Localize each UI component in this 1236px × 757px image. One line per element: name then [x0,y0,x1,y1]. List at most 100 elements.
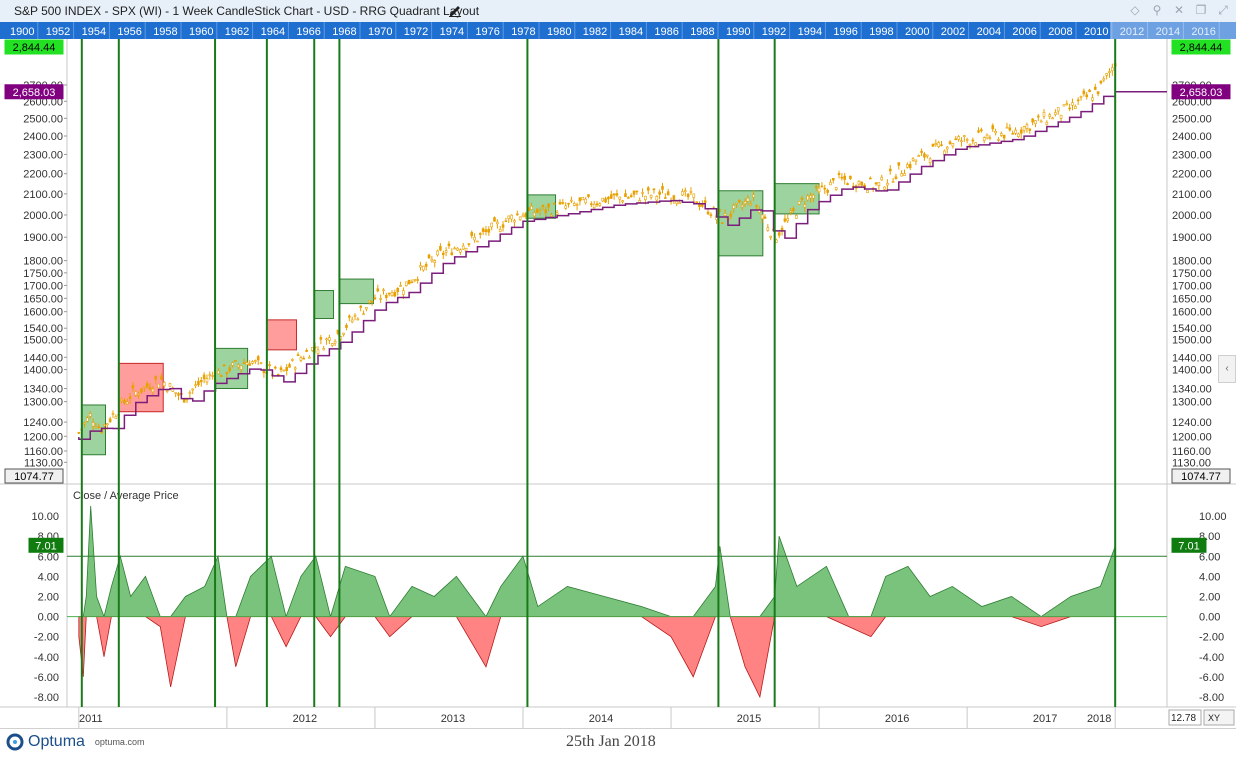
candle-body [430,259,434,262]
candle-body [1042,112,1046,117]
candle-body [982,137,986,141]
candle-body [897,162,901,166]
rrg-box-green[interactable] [338,278,374,305]
candle-body [777,232,781,236]
candle-body [655,196,659,201]
candle-body [612,193,616,196]
candle-body [903,173,906,177]
candle-body [891,181,895,183]
candle-body [419,265,422,268]
candle-body [1108,71,1111,73]
candle-body [111,413,115,415]
close-icon[interactable]: ✕ [1172,3,1186,17]
year-label: 1980 [547,26,571,38]
candle-body [268,364,271,366]
candle-body [504,220,508,223]
candle-body [370,300,374,303]
candle-body [1074,105,1077,109]
candle-body [168,383,172,387]
axis-mode-toggle[interactable]: XY [1203,709,1235,726]
year-label: 2000 [905,26,929,38]
candle-body [965,138,969,141]
price-tick-left: 2200.00 [23,169,63,181]
candle-body [507,215,511,219]
candle-body [510,214,513,220]
candle-body [103,424,106,427]
candle-body [308,356,311,359]
price-tick-left: 1540.00 [23,323,63,335]
price-tick-right: 2000.00 [1172,210,1212,222]
candle-body [1088,89,1091,93]
price-tick-right: 1600.00 [1172,307,1212,319]
candle-body [1062,104,1066,107]
candle-body [985,134,989,139]
brand-url[interactable]: optuma.com [95,737,145,747]
candle-body [678,202,681,205]
candle-body [934,143,938,146]
candle-body [755,205,758,208]
pin-icon[interactable]: ⚲ [1150,3,1164,17]
candle-body [467,243,471,245]
year-navigator[interactable]: 1900 1952 1954 1956 1958 1960 1962 1964 1966 1968… [0,22,1236,39]
candle-body [795,215,798,219]
zoom-readout[interactable]: 12.78 [1168,709,1202,726]
candle-body [800,197,804,200]
rrg-box-red[interactable] [118,362,164,413]
x-axis-label: 2013 [441,713,465,725]
rrg-box-green[interactable] [214,347,249,389]
candle-body [356,318,360,321]
candle-body [1111,67,1114,72]
candle-body [923,153,926,158]
candle-body [285,367,288,371]
candle-body [362,313,365,316]
average-price-label-left-text: 2,658.03 [13,87,56,99]
candle-body [624,193,627,198]
candle-body [1031,118,1034,123]
candle-body [629,195,633,198]
candle-body [860,181,864,186]
candle-body [145,383,149,387]
price-tick-right: 2300.00 [1172,149,1212,161]
price-tick-right: 1300.00 [1172,397,1212,409]
x-axis-label: 2011 [79,713,103,725]
candle-body [311,347,314,351]
candle-body [627,197,630,199]
diamond-icon[interactable]: ◇ [1128,3,1142,17]
candle-body [296,354,300,356]
candle-body [120,399,123,402]
candle-body [373,297,377,300]
candle-body [382,289,385,292]
candle-body [1025,124,1029,129]
candle-body [293,367,297,370]
side-panel-toggle[interactable]: ‹ [1218,355,1236,383]
year-navigator-window[interactable] [1110,22,1236,39]
candle-body [450,252,454,256]
x-axis-label: 2018 [1087,713,1111,725]
candle-body [191,388,195,391]
candle-body [478,232,482,235]
candle-body [487,229,491,233]
price-tick-right: 1400.00 [1172,365,1212,377]
candle-body [817,187,821,193]
candle-body [709,214,713,216]
candle-body [140,388,143,393]
chart-area[interactable]: 1130.00 1130.001160.00 1160.001200.00 1200.… [0,39,1236,728]
candle-body [601,197,605,202]
pencil-icon[interactable] [448,3,462,17]
expand-icon[interactable]: ⤢ [1216,3,1230,17]
rrg-box-green[interactable] [313,290,334,319]
candle-body [974,142,977,146]
candle-body [886,182,889,186]
low-marker-left-text: 1074.77 [14,471,54,483]
year-label: 1954 [82,26,106,38]
candle-body [390,292,394,296]
candle-body [77,432,81,434]
zoom-readout-text: 12.78 [1171,713,1196,724]
candle-body [943,150,946,155]
candle-body [962,135,966,138]
restore-icon[interactable]: ❐ [1194,3,1208,17]
rrg-box-red[interactable] [266,319,297,351]
price-tick-left: 1340.00 [23,383,63,395]
candle-body [675,200,679,204]
osc-value-label-left-text: 7.01 [35,540,56,552]
